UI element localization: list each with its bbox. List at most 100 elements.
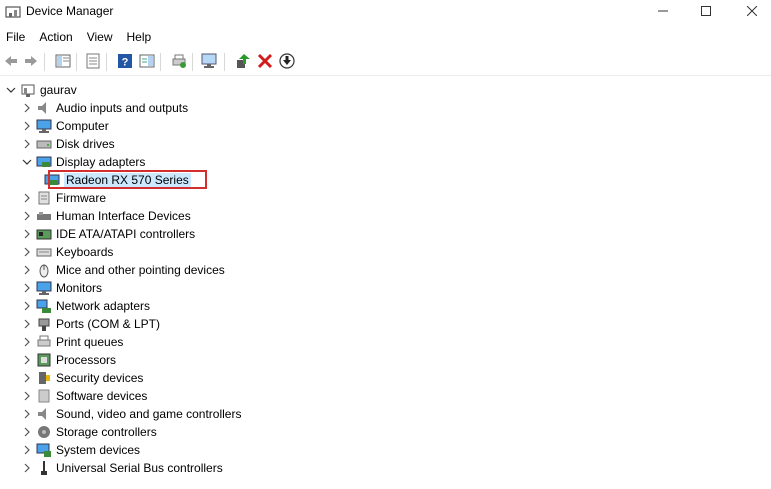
tree-category-item[interactable]: Display adapters <box>20 153 145 171</box>
toolbar-separator <box>76 53 77 71</box>
menu-help[interactable]: Help <box>121 28 158 48</box>
hid-icon <box>36 208 52 224</box>
window-title: Device Manager <box>26 4 114 18</box>
tree-category-item[interactable]: Sound, video and game controllers <box>20 405 241 423</box>
toolbar: ? <box>0 50 771 74</box>
chevron-right-icon[interactable] <box>20 387 34 405</box>
chevron-right-icon[interactable] <box>20 297 34 315</box>
chevron-right-icon[interactable] <box>20 351 34 369</box>
chevron-right-icon[interactable] <box>20 243 34 261</box>
tree-category-item[interactable]: Ports (COM & LPT) <box>20 315 160 333</box>
action-pane-button[interactable] <box>138 53 156 71</box>
close-icon <box>746 5 758 19</box>
tree-category-item[interactable]: Print queues <box>20 333 123 351</box>
chevron-right-icon[interactable] <box>20 459 34 477</box>
tree-category-item[interactable]: Monitors <box>20 279 102 297</box>
show-hide-tree-button[interactable] <box>54 53 72 71</box>
tree-item-label: Security devices <box>56 371 144 385</box>
chevron-right-icon[interactable] <box>20 189 34 207</box>
update-driver-icon <box>235 53 251 72</box>
tree-category-item[interactable]: Software devices <box>20 387 147 405</box>
keyboard-icon <box>36 244 52 260</box>
firmware-icon <box>36 190 52 206</box>
storage-controller-icon <box>36 424 52 440</box>
chevron-right-icon[interactable] <box>20 423 34 441</box>
sound-controller-icon <box>36 406 52 422</box>
disable-device-button[interactable] <box>278 52 296 71</box>
printer-icon <box>36 334 52 350</box>
tree-category-item[interactable]: Storage controllers <box>20 423 157 441</box>
uninstall-button[interactable] <box>256 53 274 71</box>
tree-item-label: Processors <box>56 353 117 367</box>
tree-item-label: Human Interface Devices <box>56 209 191 223</box>
chevron-right-icon[interactable] <box>20 315 34 333</box>
chevron-right-icon[interactable] <box>20 261 34 279</box>
chevron-down-icon[interactable] <box>20 153 34 171</box>
tree-category-item[interactable]: Computer <box>20 117 109 135</box>
device-manager-app-icon <box>5 4 21 20</box>
speaker-icon <box>36 100 52 116</box>
tree-root[interactable]: gaurav <box>4 81 77 99</box>
tree-category-item[interactable]: System devices <box>20 441 140 459</box>
chevron-right-icon[interactable] <box>20 225 34 243</box>
show-hide-tree-icon <box>55 53 71 72</box>
chevron-right-icon[interactable] <box>20 135 34 153</box>
tree-category-item[interactable]: Security devices <box>20 369 143 387</box>
maximize-button[interactable] <box>683 0 729 24</box>
tree-category-item[interactable]: Network adapters <box>20 297 150 315</box>
print-button[interactable] <box>170 53 188 71</box>
tree-category-item[interactable]: Processors <box>20 351 116 369</box>
chevron-right-icon[interactable] <box>20 279 34 297</box>
tree-category-item[interactable]: Audio inputs and outputs <box>20 99 188 117</box>
monitor-icon <box>36 280 52 296</box>
toolbar-separator <box>44 53 45 71</box>
minimize-button[interactable] <box>640 0 686 24</box>
tree-item-label: Universal Serial Bus controllers <box>56 461 223 475</box>
tree-category-item[interactable]: IDE ATA/ATAPI controllers <box>20 225 195 243</box>
tree-category-item[interactable]: Human Interface Devices <box>20 207 191 225</box>
tree-item-label: Firmware <box>56 191 106 205</box>
tree-category-item[interactable]: Disk drives <box>20 135 115 153</box>
display-adapter-icon <box>36 154 52 170</box>
computer-root-icon <box>20 82 36 98</box>
tree-item-label: Network adapters <box>56 299 151 313</box>
tree-item-label: Mice and other pointing devices <box>56 263 225 277</box>
chevron-right-icon[interactable] <box>20 405 34 423</box>
close-button[interactable] <box>729 0 771 24</box>
chevron-right-icon[interactable] <box>20 441 34 459</box>
properties-button[interactable] <box>84 53 102 71</box>
back-button[interactable] <box>2 53 20 71</box>
processor-icon <box>36 352 52 368</box>
port-icon <box>36 316 52 332</box>
chevron-right-icon[interactable] <box>20 117 34 135</box>
tree-item-label: Audio inputs and outputs <box>56 101 189 115</box>
scan-hardware-button[interactable] <box>201 53 219 71</box>
tree-category-item[interactable]: Keyboards <box>20 243 113 261</box>
tree-item-label: Print queues <box>56 335 124 349</box>
menu-file[interactable]: File <box>0 28 31 48</box>
toolbar-divider <box>0 75 771 76</box>
menu-action[interactable]: Action <box>33 28 78 48</box>
tree-item-label: Storage controllers <box>56 425 157 439</box>
chevron-down-icon[interactable] <box>4 81 18 99</box>
ide-controller-icon <box>36 226 52 242</box>
network-adapter-icon <box>36 298 52 314</box>
update-driver-button[interactable] <box>234 53 252 71</box>
tree-category-item[interactable]: Universal Serial Bus controllers <box>20 459 223 477</box>
tree-item-label: Software devices <box>56 389 148 403</box>
tree-category-item[interactable]: Firmware <box>20 189 106 207</box>
chevron-right-icon[interactable] <box>20 369 34 387</box>
chevron-right-icon[interactable] <box>20 333 34 351</box>
software-device-icon <box>36 388 52 404</box>
scan-hardware-icon <box>201 53 219 72</box>
minimize-icon <box>658 5 668 19</box>
help-button[interactable]: ? <box>116 53 134 71</box>
chevron-right-icon[interactable] <box>20 99 34 117</box>
forward-button[interactable] <box>22 53 40 71</box>
menu-view[interactable]: View <box>81 28 119 48</box>
chevron-right-icon[interactable] <box>20 207 34 225</box>
tree-category-item[interactable]: Mice and other pointing devices <box>20 261 225 279</box>
forward-arrow-icon <box>23 53 39 72</box>
uninstall-icon <box>257 53 273 72</box>
toolbar-separator <box>106 53 107 71</box>
